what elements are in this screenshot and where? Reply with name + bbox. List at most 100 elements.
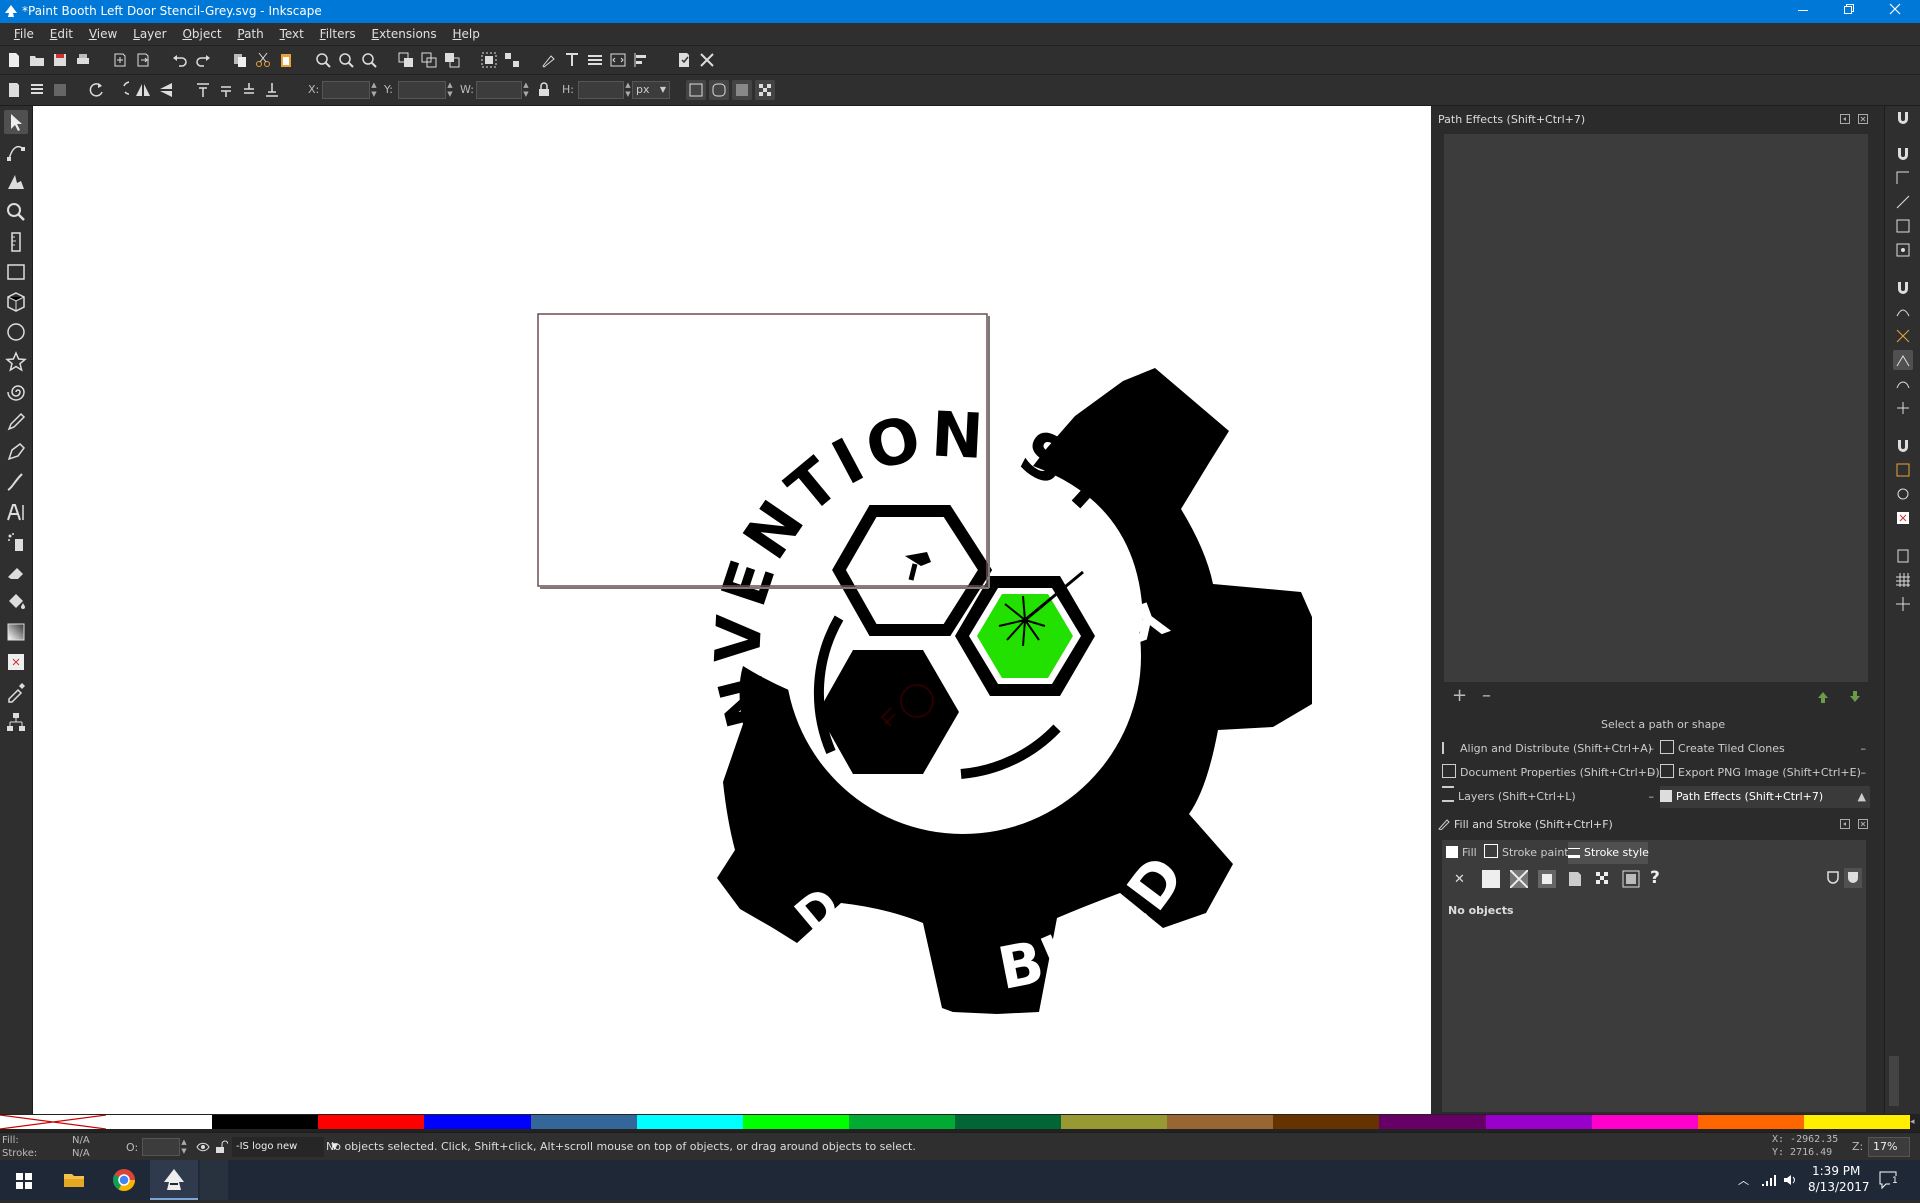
deselect-button[interactable]	[50, 80, 70, 100]
layer-lock-toggle[interactable]	[214, 1140, 229, 1154]
add-effect-button[interactable]: +	[1452, 687, 1468, 705]
fill-rule-evenodd-button[interactable]	[1826, 870, 1840, 886]
file-explorer-taskbar-button[interactable]	[50, 1160, 98, 1200]
drawing-canvas[interactable]: INVENTION STUDIO BUILD D Y	[33, 106, 1431, 1114]
palette-swatch[interactable]	[106, 1115, 213, 1129]
snap-text-baseline-button[interactable]	[1893, 508, 1913, 528]
panel-close-button[interactable]	[1858, 113, 1868, 124]
show-hidden-icons-button[interactable]: ︿	[1738, 1172, 1749, 1188]
star-tool[interactable]	[4, 350, 28, 374]
move-effect-up-button[interactable]	[1816, 690, 1830, 704]
text-font-button[interactable]	[562, 50, 582, 70]
select-all-button[interactable]	[4, 80, 24, 100]
snap-intersections-button[interactable]	[1893, 326, 1913, 346]
snap-nodes-button[interactable]	[1893, 278, 1913, 298]
restore-button[interactable]	[1826, 0, 1872, 23]
align-distribute-button[interactable]	[631, 50, 651, 70]
menu-object[interactable]: Object	[176, 23, 227, 45]
menu-extensions[interactable]: Extensions	[365, 23, 442, 45]
tab-document-properties[interactable]: Document Properties (Shift+Ctrl+D) –	[1442, 762, 1660, 784]
zoom-page-button[interactable]	[359, 50, 379, 70]
palette-swatch[interactable]	[742, 1115, 849, 1129]
tab-tiled-clones[interactable]: Create Tiled Clones –	[1660, 738, 1870, 760]
snap-paths-button[interactable]	[1893, 302, 1913, 322]
scale-stroke-toggle[interactable]	[686, 80, 706, 100]
lock-proportions-button[interactable]	[534, 80, 554, 100]
palette-swatch[interactable]	[1273, 1115, 1380, 1129]
transform-gradients-toggle[interactable]	[732, 80, 752, 100]
snap-cusp-nodes-button[interactable]	[1893, 350, 1913, 370]
gradient-tool[interactable]	[4, 620, 28, 644]
snap-bbox-edge-button[interactable]	[1893, 168, 1913, 188]
palette-scroll-button[interactable]: ◂	[1910, 1114, 1920, 1132]
remove-effect-button[interactable]: –	[1482, 687, 1498, 705]
snap-rotation-center-button[interactable]	[1893, 484, 1913, 504]
rotate-ccw-button[interactable]	[87, 80, 107, 100]
menu-filters[interactable]: Filters	[314, 23, 362, 45]
document-properties-button[interactable]	[674, 50, 694, 70]
import-button[interactable]	[110, 50, 130, 70]
palette-swatch[interactable]	[530, 1115, 637, 1129]
palette-swatch[interactable]	[1803, 1115, 1910, 1129]
menu-path[interactable]: Path	[231, 23, 269, 45]
pen-tool[interactable]	[4, 440, 28, 464]
layers-button[interactable]	[585, 50, 605, 70]
tab-fill[interactable]: Fill	[1446, 842, 1480, 864]
palette-swatch[interactable]	[954, 1115, 1062, 1129]
snap-toggle-button[interactable]	[1893, 108, 1913, 128]
group-button[interactable]	[479, 50, 499, 70]
zoom-drawing-button[interactable]	[336, 50, 356, 70]
snap-others-button[interactable]	[1893, 436, 1913, 456]
palette-swatch[interactable]	[212, 1115, 319, 1129]
raise-to-top-button[interactable]	[193, 80, 213, 100]
snap-object-center-button[interactable]	[1893, 460, 1913, 480]
inkscape-taskbar-button[interactable]	[150, 1160, 198, 1200]
flat-color-button[interactable]	[1482, 870, 1500, 888]
panel-iconify-button[interactable]	[1840, 113, 1850, 124]
menu-text[interactable]: Text	[274, 23, 310, 45]
zoom-input[interactable]: 17%	[1868, 1137, 1910, 1157]
print-button[interactable]	[73, 50, 93, 70]
snap-guides-button[interactable]	[1893, 594, 1913, 614]
selector-tool[interactable]	[4, 110, 28, 134]
3d-box-tool[interactable]	[4, 290, 28, 314]
chrome-taskbar-button[interactable]	[100, 1160, 148, 1200]
x-spinner[interactable]: ▲ ▼	[370, 81, 378, 99]
snap-grid-button[interactable]	[1893, 570, 1913, 590]
opacity-spinner[interactable]: ▲ ▼	[180, 1138, 188, 1156]
palette-swatch[interactable]	[424, 1115, 531, 1129]
lower-button[interactable]	[239, 80, 259, 100]
palette-swatch[interactable]	[318, 1115, 425, 1129]
node-tool[interactable]	[4, 140, 28, 164]
path-effects-list[interactable]	[1444, 134, 1868, 682]
clone-button[interactable]	[419, 50, 439, 70]
panel-close-button[interactable]	[1858, 818, 1868, 829]
tab-align-distribute[interactable]: Align and Distribute (Shift+Ctrl+A) –	[1442, 738, 1658, 760]
action-center-button[interactable]: 1	[1878, 1170, 1900, 1190]
palette-swatch[interactable]	[848, 1115, 955, 1129]
save-button[interactable]	[50, 50, 70, 70]
mesh-gradient-button[interactable]	[1566, 870, 1584, 888]
copy-button[interactable]	[230, 50, 250, 70]
menu-layer[interactable]: Layer	[127, 23, 172, 45]
palette-swatch[interactable]	[1167, 1115, 1274, 1129]
snap-smooth-nodes-button[interactable]	[1893, 374, 1913, 394]
calligraphy-tool[interactable]	[4, 470, 28, 494]
menu-file[interactable]: File	[8, 23, 40, 45]
palette-swatch[interactable]	[1061, 1115, 1168, 1129]
menu-edit[interactable]: Edit	[44, 23, 79, 45]
open-button[interactable]	[27, 50, 47, 70]
cut-button[interactable]	[253, 50, 273, 70]
dropper-tool[interactable]	[4, 680, 28, 704]
snap-bbox-midpoint-button[interactable]	[1893, 216, 1913, 236]
tab-stroke-paint[interactable]: Stroke paint	[1484, 842, 1569, 864]
opacity-input[interactable]	[142, 1138, 180, 1156]
zoom-tool[interactable]	[4, 200, 28, 224]
palette-swatch[interactable]	[1591, 1115, 1698, 1129]
scale-corners-toggle[interactable]	[709, 80, 729, 100]
linear-gradient-button[interactable]	[1509, 869, 1529, 889]
no-paint-button[interactable]: ✕	[1454, 872, 1472, 890]
radial-gradient-button[interactable]	[1538, 870, 1556, 888]
snap-bbox-center-button[interactable]	[1893, 240, 1913, 260]
redo-button[interactable]	[193, 50, 213, 70]
